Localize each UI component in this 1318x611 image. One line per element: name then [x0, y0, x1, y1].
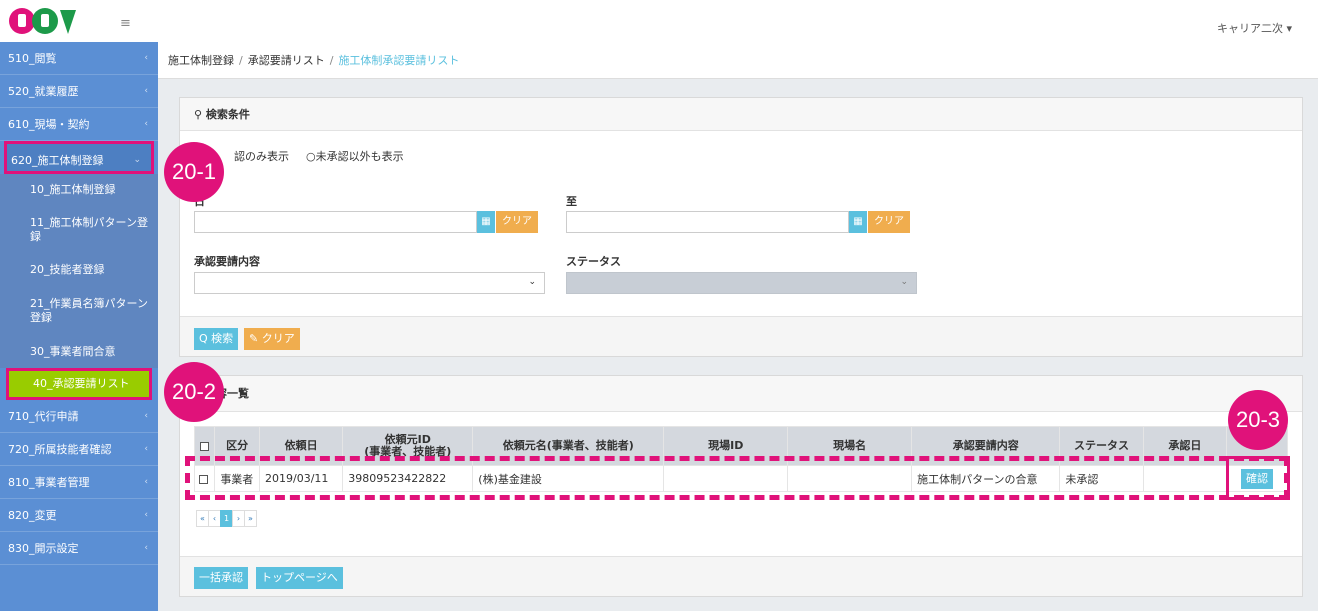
breadcrumb-current: 施工体制承認要請リスト	[338, 54, 460, 67]
sidebar-subitem-21[interactable]: 21_作業員名簿パターン登録	[0, 286, 158, 336]
chevron-left-icon: ‹	[144, 411, 148, 421]
breadcrumb-item[interactable]: 承認要請リスト	[248, 54, 325, 67]
chevron-left-icon: ‹	[144, 53, 148, 63]
page-last[interactable]: »	[244, 510, 257, 527]
sidebar: 510_閲覧 ‹ 520_就業履歴 ‹ 610_現場・契約 ‹ 620_施工体制登録 ⌄…	[0, 42, 158, 611]
bulk-approve-button[interactable]: 一括承認	[194, 567, 248, 589]
annotation-badge-20-2: 20-2	[164, 362, 224, 422]
sidebar-subitem-20[interactable]: 20_技能者登録	[0, 254, 158, 286]
chevron-left-icon: ‹	[144, 543, 148, 553]
pagination: « ‹ 1 › »	[196, 510, 257, 527]
sidebar-item-810[interactable]: 810_事業者管理 ‹	[0, 466, 158, 499]
status-label: ステータス	[566, 255, 621, 268]
breadcrumb: 施工体制登録 / 承認要請リスト / 施工体制承認要請リスト	[158, 42, 1318, 79]
from-date-clear-button[interactable]: クリア	[496, 211, 538, 233]
logo	[9, 8, 76, 34]
chevron-down-icon: ⌄	[900, 277, 908, 287]
sidebar-item-510[interactable]: 510_閲覧 ‹	[0, 42, 158, 75]
to-date-label: 至	[566, 195, 577, 208]
chevron-left-icon: ‹	[144, 444, 148, 454]
breadcrumb-item[interactable]: 施工体制登録	[168, 54, 234, 67]
radio-approved-only[interactable]: 認のみ表示	[234, 148, 289, 164]
sidebar-subitem-40[interactable]: 40_承認要請リスト	[6, 368, 152, 400]
top-page-button[interactable]: トップページへ	[256, 567, 343, 589]
sidebar-item-820[interactable]: 820_変更 ‹	[0, 499, 158, 532]
calendar-icon[interactable]: ▦	[477, 211, 495, 233]
search-panel-footer: Q 検索 ✎ クリア	[180, 316, 1302, 356]
content-select[interactable]: ⌄	[194, 272, 545, 294]
sidebar-subitem-11[interactable]: 11_施工体制パターン登録	[0, 206, 158, 254]
chevron-left-icon: ‹	[144, 119, 148, 129]
menu-toggle-icon[interactable]: ≡	[120, 16, 131, 31]
calendar-icon[interactable]: ▦	[849, 211, 867, 233]
chevron-left-icon: ‹	[144, 86, 148, 96]
from-date-input[interactable]	[194, 211, 477, 233]
to-date-clear-button[interactable]: クリア	[868, 211, 910, 233]
sidebar-item-520[interactable]: 520_就業履歴 ‹	[0, 75, 158, 108]
search-panel-header: ⚲ 検索条件	[180, 98, 1302, 131]
annotation-badge-20-3: 20-3	[1228, 390, 1288, 450]
sidebar-item-720[interactable]: 720_所属技能者確認 ‹	[0, 433, 158, 466]
user-menu[interactable]: キャリア二次 ▾	[1217, 20, 1292, 36]
to-date-input[interactable]	[566, 211, 849, 233]
confirm-highlight	[1226, 456, 1290, 500]
annotation-badge-20-1: 20-1	[164, 142, 224, 202]
list-panel-header: 請内容一覧	[180, 376, 1302, 412]
sidebar-item-830[interactable]: 830_開示設定 ‹	[0, 532, 158, 565]
sidebar-subitem-30[interactable]: 30_事業者間合意	[0, 336, 158, 368]
status-select[interactable]: ⌄	[566, 272, 917, 294]
radio-show-others[interactable]: ○未承認以外も表示	[306, 148, 404, 164]
search-icon: ⚲	[194, 108, 203, 121]
search-panel: ⚲ 検索条件 認のみ表示 ○未承認以外も表示 日 ▦ クリア 至 ▦ クリア 承…	[179, 97, 1303, 357]
top-bar: ≡ キャリア二次 ▾	[0, 0, 1318, 42]
content-label: 承認要請内容	[194, 255, 260, 268]
main-content: 施工体制登録 / 承認要請リスト / 施工体制承認要請リスト ⚲ 検索条件 認のみ表示 …	[158, 42, 1318, 611]
row-highlight-dashed	[185, 456, 1289, 500]
sidebar-subitem-10[interactable]: 10_施工体制登録	[0, 174, 158, 206]
chevron-left-icon: ‹	[144, 510, 148, 520]
chevron-down-icon: ⌄	[528, 277, 536, 287]
clear-button[interactable]: ✎ クリア	[244, 328, 300, 350]
list-panel-footer: 一括承認 トップページへ	[180, 556, 1302, 596]
sidebar-item-610[interactable]: 610_現場・契約 ‹	[0, 108, 158, 141]
sidebar-item-710[interactable]: 710_代行申請 ‹	[0, 400, 158, 433]
chevron-left-icon: ‹	[144, 477, 148, 487]
search-button[interactable]: Q 検索	[194, 328, 239, 350]
chevron-down-icon: ⌄	[133, 155, 141, 165]
sidebar-item-620[interactable]: 620_施工体制登録 ⌄	[4, 141, 154, 174]
